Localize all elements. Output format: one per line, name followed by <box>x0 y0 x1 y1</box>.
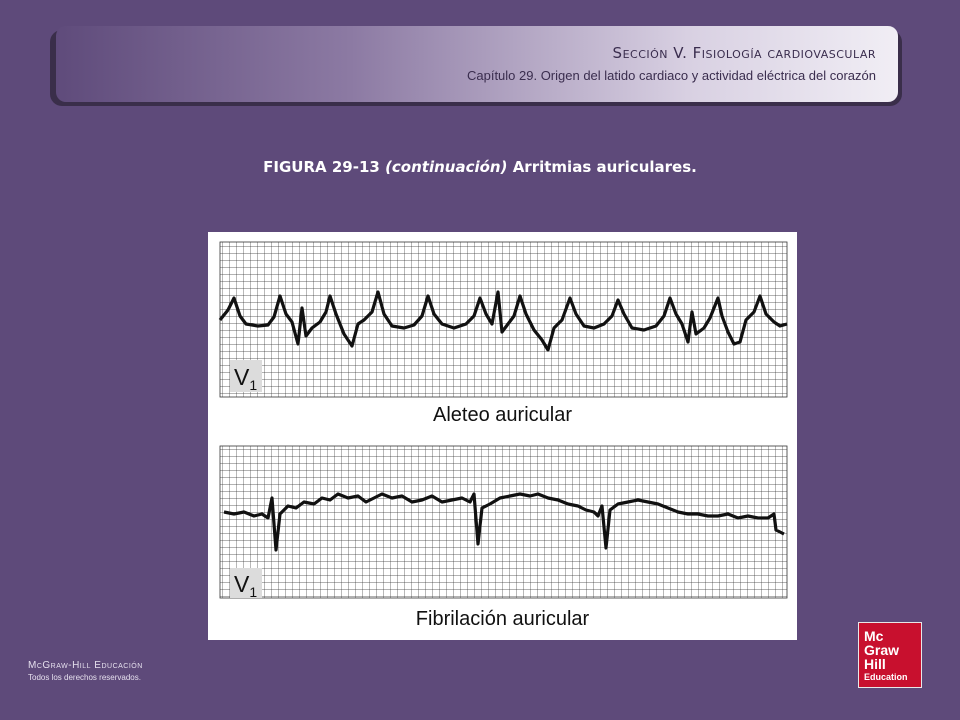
figure-caption-text: Arritmias auriculares. <box>512 158 697 176</box>
section-header: Sección V. Fisiología cardiovascular Cap… <box>56 26 898 102</box>
chapter-title: Capítulo 29. Origen del latido cardiaco … <box>466 68 876 83</box>
trace-label-flutter: Aleteo auricular <box>433 404 572 426</box>
logo-line-3: Hill <box>864 656 886 672</box>
trace-label-fibrillation: Fibrilación auricular <box>415 608 590 630</box>
figure-caption: FIGURA 29-13 (continuación) Arritmias au… <box>0 158 960 176</box>
ecg-figure: V1 V1 Aleteo auricular Fibrilación auric… <box>208 232 797 640</box>
ecg-grid-bottom <box>219 445 788 599</box>
logo-line-1: Mc <box>864 628 884 644</box>
rights-notice: Todos los derechos reservados. <box>28 673 141 682</box>
ecg-figure-svg: V1 V1 <box>218 241 788 600</box>
logo-line-2: Graw <box>864 642 900 658</box>
logo-line-4: Education <box>864 672 908 682</box>
figure-number: FIGURA 29-13 <box>263 158 380 176</box>
section-title: Sección V. Fisiología cardiovascular <box>612 44 876 62</box>
figure-caption-emphasis: (continuación) <box>385 158 508 176</box>
publisher-name: McGraw-Hill Educación <box>28 660 143 671</box>
mcgraw-hill-logo: Mc Graw Hill Education <box>858 622 922 688</box>
